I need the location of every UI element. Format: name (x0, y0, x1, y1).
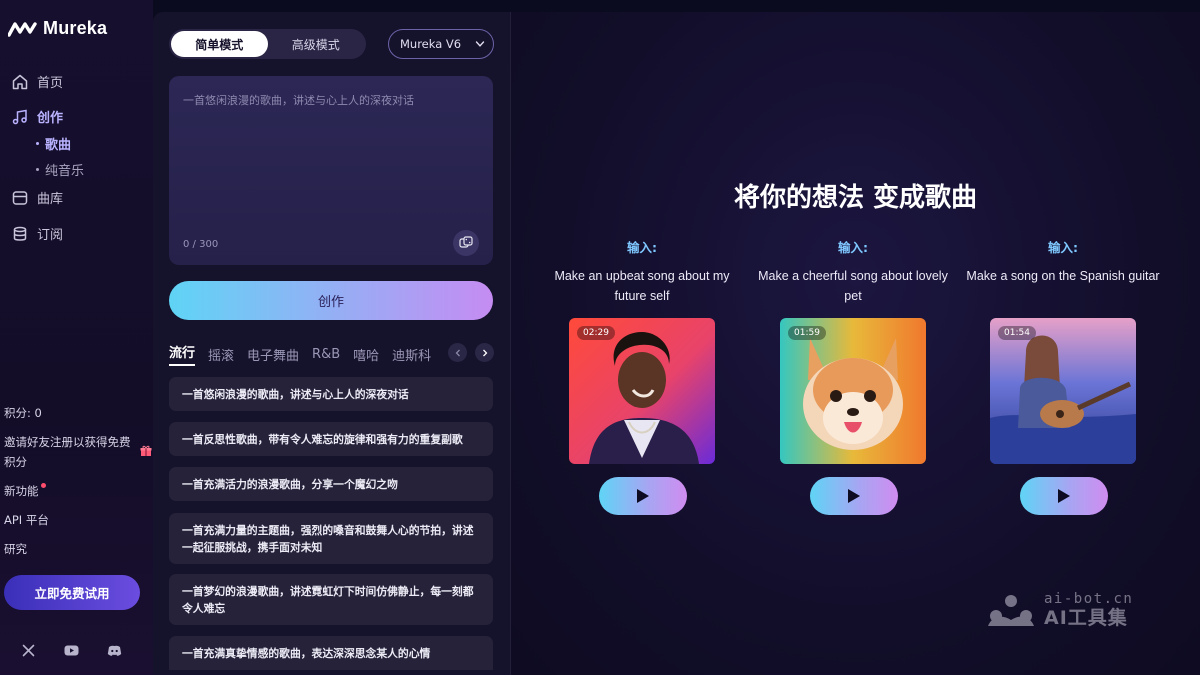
new-features-link[interactable]: 新功能 (4, 481, 46, 501)
mode-toggle: 简单模式 高级模式 (169, 29, 366, 59)
nav-subscription[interactable]: 订阅 (11, 224, 63, 243)
youtube-icon[interactable] (63, 642, 80, 659)
input-label: 输入: (627, 240, 657, 255)
input-label: 输入: (838, 240, 868, 255)
sub-nav-instrumental[interactable]: 纯音乐 (36, 160, 84, 179)
brand-logo[interactable]: Mureka (8, 18, 107, 39)
nav-create[interactable]: 创作 (11, 107, 63, 126)
genre-tab-edm[interactable]: 电子舞曲 (247, 345, 299, 364)
idea-item[interactable]: 一首充满力量的主题曲，强烈的嗓音和鼓舞人心的节拍，讲述一起征服挑战，携手面对未知 (169, 513, 493, 564)
social-links (20, 642, 123, 659)
scroll-right-button[interactable] (475, 343, 494, 362)
model-version-label: Mureka V6 (400, 37, 462, 51)
play-button[interactable] (599, 477, 687, 515)
example-card: 输入: Make an upbeat song about my future … (542, 237, 742, 306)
nav-home[interactable]: 首页 (11, 72, 63, 91)
simple-mode-tab[interactable]: 简单模式 (171, 31, 268, 57)
play-button[interactable] (1020, 477, 1108, 515)
example-card: 输入: Make a song on the Spanish guitar (963, 237, 1163, 286)
duration-badge: 01:54 (998, 326, 1036, 340)
genre-scroll-arrows (448, 343, 494, 362)
idea-item[interactable]: 一首反思性歌曲，带有令人难忘的旋律和强有力的重复副歌 (169, 422, 493, 456)
genre-tabs: 流行 摇滚 电子舞曲 R&B 嘻哈 迪斯科 (169, 342, 431, 366)
cover-image[interactable]: 01:54 (990, 318, 1136, 464)
chevron-down-icon (475, 41, 485, 47)
x-icon[interactable] (20, 642, 37, 659)
example-card: 输入: Make a cheerful song about lovely pe… (753, 237, 953, 306)
input-label: 输入: (1048, 240, 1078, 255)
idea-item[interactable]: 一首充满真挚情感的歌曲，表达深深思念某人的心情 (169, 636, 493, 670)
prompt-placeholder: 一首悠闲浪漫的歌曲，讲述与心上人的深夜对话 (183, 94, 414, 107)
duration-badge: 02:29 (577, 326, 615, 340)
idea-item[interactable]: 一首悠闲浪漫的歌曲，讲述与心上人的深夜对话 (169, 377, 493, 411)
play-icon (848, 489, 860, 503)
example-prompt: Make a cheerful song about lovely pet (758, 269, 948, 303)
scroll-left-button[interactable] (448, 343, 467, 362)
duration-badge: 01:59 (788, 326, 826, 340)
example-prompt: Make an upbeat song about my future self (554, 269, 730, 303)
showcase-headline: 将你的想法 变成歌曲 (733, 183, 978, 213)
watermark-logo-icon (988, 595, 1034, 626)
play-icon (637, 489, 649, 503)
chevron-right-icon (482, 349, 487, 356)
library-icon (12, 190, 28, 205)
watermark-url: ai-bot.cn (1044, 591, 1134, 607)
subscription-icon (13, 226, 27, 241)
idea-item[interactable]: 一首梦幻的浪漫歌曲，讲述霓虹灯下时间仿佛静止，每一刻都令人难忘 (169, 574, 493, 625)
music-note-icon (12, 109, 27, 124)
example-prompt: Make a song on the Spanish guitar (966, 269, 1160, 283)
discord-icon[interactable] (106, 642, 123, 659)
genre-tab-rnb[interactable]: R&B (312, 347, 340, 362)
prompt-textarea[interactable]: 一首悠闲浪漫的歌曲，讲述与心上人的深夜对话 0 / 300 (169, 76, 493, 265)
composer-panel: 简单模式 高级模式 Mureka V6 一首悠闲浪漫的歌曲，讲述与心上人的深夜对… (153, 12, 510, 675)
random-prompt-button[interactable] (453, 230, 479, 256)
character-counter: 0 / 300 (183, 239, 219, 250)
nav-library[interactable]: 曲库 (11, 188, 63, 207)
research-link[interactable]: 研究 (4, 539, 27, 559)
free-trial-button[interactable]: 立即免费试用 (4, 575, 140, 610)
advanced-mode-tab[interactable]: 高级模式 (268, 31, 365, 57)
sub-nav-songs[interactable]: 歌曲 (36, 134, 71, 153)
invite-link[interactable]: 邀请好友注册以获得免费积分 (4, 432, 136, 472)
idea-item[interactable]: 一首充满活力的浪漫歌曲，分享一个魔幻之吻 (169, 467, 493, 501)
genre-tab-rock[interactable]: 摇滚 (208, 345, 234, 364)
gift-icon (140, 445, 152, 456)
mureka-logo-icon (8, 21, 37, 37)
model-version-select[interactable]: Mureka V6 (388, 29, 494, 59)
brand-name: Mureka (43, 18, 108, 38)
play-button[interactable] (810, 477, 898, 515)
cover-image[interactable]: 01:59 (780, 318, 926, 464)
bullet-icon (36, 168, 39, 171)
bullet-icon (36, 142, 39, 145)
api-platform-link[interactable]: API 平台 (4, 510, 49, 530)
genre-tab-pop[interactable]: 流行 (169, 342, 196, 366)
sidebar: Mureka 首页 创作 歌曲 纯音乐 曲库 订阅 积分: 0 邀请好友注册以获… (0, 0, 153, 675)
play-icon (1058, 489, 1070, 503)
showcase-panel: 将你的想法 变成歌曲 输入: Make an upbeat song about… (511, 12, 1200, 675)
dice-icon (459, 236, 473, 248)
cover-image[interactable]: 02:29 (569, 318, 715, 464)
watermark-name: AI工具集 (1044, 607, 1128, 629)
create-button[interactable]: 创作 (169, 281, 493, 320)
notification-dot (40, 483, 46, 488)
genre-tab-disco[interactable]: 迪斯科 (392, 345, 431, 364)
genre-tab-hiphop[interactable]: 嘻哈 (353, 345, 379, 364)
watermark: ai-bot.cn AI工具集 (986, 592, 1133, 628)
credits-text: 积分: 0 (4, 406, 42, 420)
chevron-left-icon (455, 349, 460, 356)
home-icon (12, 74, 28, 89)
